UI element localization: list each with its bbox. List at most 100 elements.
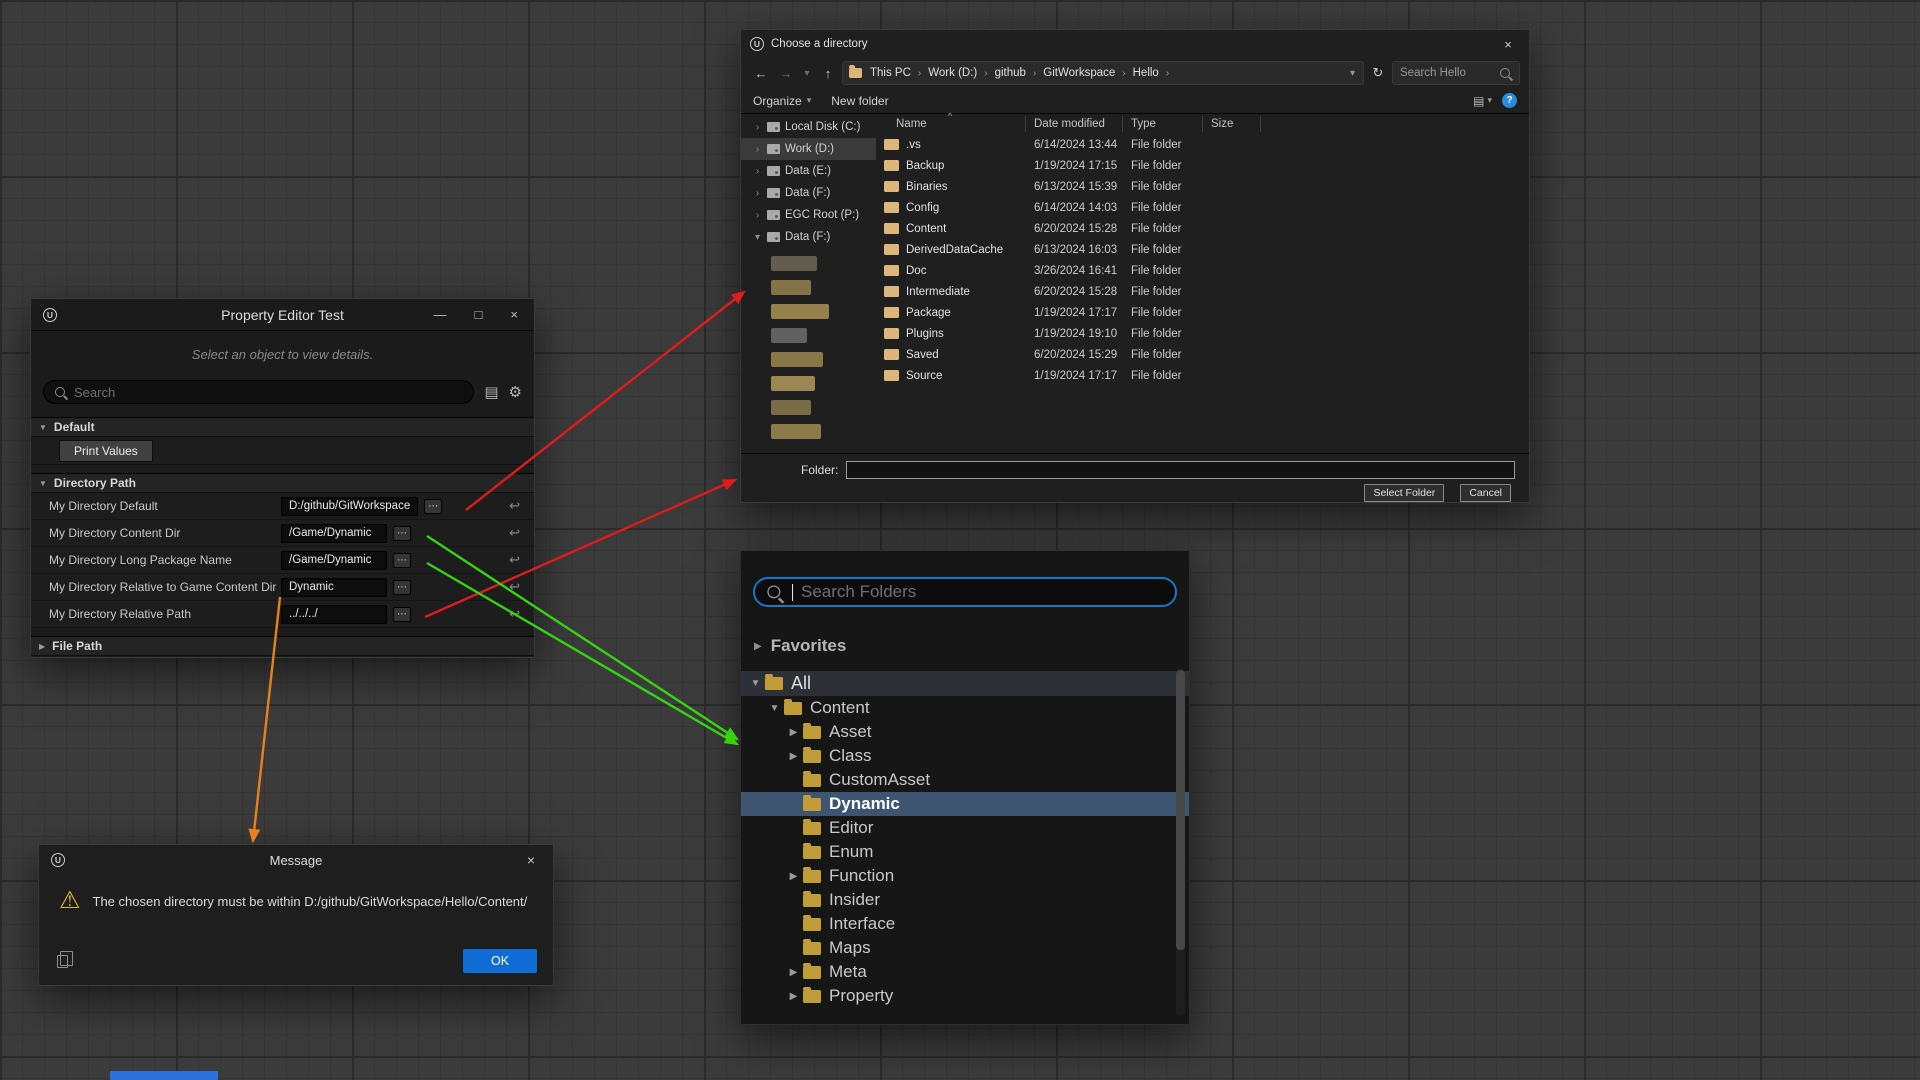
file-row[interactable]: Source 1/19/2024 17:17 File folder [876, 365, 1529, 386]
drive-item[interactable]: › Local Disk (C:) [741, 116, 876, 138]
reset-to-default-button[interactable]: ↩ [509, 579, 520, 595]
window-titlebar[interactable]: Property Editor Test — □ × [31, 299, 534, 331]
drive-item[interactable]: › EGC Root (P:) [741, 204, 876, 226]
maximize-button[interactable]: □ [475, 307, 483, 322]
view-options-button[interactable]: ▤ ▾ [1473, 94, 1492, 108]
drive-item[interactable]: › Work (D:) [741, 138, 876, 160]
refresh-button[interactable]: ↻ [1367, 62, 1389, 84]
reset-to-default-button[interactable]: ↩ [509, 606, 520, 622]
select-folder-button[interactable]: Select Folder [1364, 484, 1444, 502]
property-value-box[interactable]: ../../../ [281, 605, 387, 624]
scrollbar-thumb[interactable] [1176, 670, 1185, 950]
file-row[interactable]: Config 6/14/2024 14:03 File folder [876, 197, 1529, 218]
gear-icon[interactable]: ⚙ [509, 383, 522, 401]
folder-tree-item[interactable]: Dynamic [741, 792, 1189, 816]
drive-item[interactable]: › Data (E:) [741, 160, 876, 182]
expander-right-icon[interactable]: ▶ [754, 641, 762, 652]
folder-tree-item[interactable]: ▶ Class [741, 744, 1189, 768]
section-header-default[interactable]: ▼ Default [31, 417, 534, 437]
expander-icon[interactable]: ▶ [787, 991, 800, 1002]
column-header-type[interactable]: Type [1123, 116, 1203, 132]
folder-name-input[interactable] [846, 461, 1515, 479]
reset-to-default-button[interactable]: ↩ [509, 498, 520, 514]
folder-tree-item[interactable]: Interface [741, 912, 1189, 936]
folder-tree-item[interactable]: CustomAsset [741, 768, 1189, 792]
drive-item[interactable]: ▾ Data (F:) [741, 226, 876, 248]
recent-locations-button[interactable]: ▾ [800, 62, 814, 84]
copy-to-clipboard-icon[interactable] [57, 955, 68, 968]
folder-tree-item[interactable]: ▶ Meta [741, 960, 1189, 984]
ok-button[interactable]: OK [463, 949, 537, 973]
folder-tree-item[interactable]: ▼ All [741, 671, 1189, 696]
breadcrumb-item[interactable]: github › [991, 67, 1040, 79]
expander-icon[interactable]: ▶ [787, 871, 800, 882]
chevron-icon[interactable]: › [753, 188, 762, 199]
address-bar[interactable]: This PC › Work (D:) › github › GitWorksp… [842, 61, 1364, 85]
folder-tree-item[interactable]: ▶ Asset [741, 720, 1189, 744]
breadcrumb-item[interactable]: GitWorkspace › [1039, 67, 1128, 79]
folder-tree-item[interactable]: Maps [741, 936, 1189, 960]
up-button[interactable]: ↑ [817, 62, 839, 84]
chevron-icon[interactable]: › [753, 210, 762, 221]
reset-to-default-button[interactable]: ↩ [509, 525, 520, 541]
folder-tree-item[interactable]: ▼ Content [741, 696, 1189, 720]
column-header-size[interactable]: Size [1203, 116, 1261, 132]
help-button[interactable]: ? [1502, 93, 1517, 108]
file-row[interactable]: Content 6/20/2024 15:28 File folder [876, 218, 1529, 239]
file-row[interactable]: Saved 6/20/2024 15:29 File folder [876, 344, 1529, 365]
close-button[interactable]: × [521, 852, 541, 868]
breadcrumb-item[interactable]: This PC › [866, 67, 924, 79]
back-button[interactable]: ← [750, 62, 772, 84]
folder-tree-item[interactable]: ▶ Function [741, 864, 1189, 888]
close-button[interactable]: × [510, 307, 518, 322]
browse-button[interactable]: ⋯ [424, 499, 442, 514]
file-row[interactable]: Binaries 6/13/2024 15:39 File folder [876, 176, 1529, 197]
chevron-icon[interactable]: › [753, 144, 762, 155]
folder-tree-item[interactable]: Insider [741, 888, 1189, 912]
file-row[interactable]: .vs 6/14/2024 13:44 File folder [876, 134, 1529, 155]
expander-icon[interactable]: ▼ [749, 678, 762, 689]
browse-button[interactable]: ⋯ [393, 607, 411, 622]
expander-icon[interactable]: ▶ [787, 751, 800, 762]
folder-tree-item[interactable]: ▶ Property [741, 984, 1189, 1008]
address-dropdown-icon[interactable]: ▾ [1348, 68, 1357, 79]
folder-tree-item[interactable]: Editor [741, 816, 1189, 840]
chevron-icon[interactable]: › [753, 166, 762, 177]
dialog-titlebar[interactable]: Choose a directory × [741, 30, 1529, 58]
search-input[interactable]: Search [43, 380, 474, 404]
browse-button[interactable]: ⋯ [393, 526, 411, 541]
expander-icon[interactable]: ▶ [787, 727, 800, 738]
chevron-icon[interactable]: ▾ [753, 232, 762, 243]
section-header-directory-path[interactable]: ▼ Directory Path [31, 473, 534, 493]
file-row[interactable]: Intermediate 6/20/2024 15:28 File folder [876, 281, 1529, 302]
expander-icon[interactable]: ▶ [787, 967, 800, 978]
chevron-icon[interactable]: › [753, 122, 762, 133]
close-button[interactable]: × [1487, 30, 1529, 58]
display-options-icon[interactable]: ▤ [484, 383, 498, 401]
property-value-box[interactable]: D:/github/GitWorkspace [281, 497, 418, 516]
breadcrumb-item[interactable]: Hello › [1129, 67, 1173, 79]
file-row[interactable]: Plugins 1/19/2024 19:10 File folder [876, 323, 1529, 344]
file-row[interactable]: Package 1/19/2024 17:17 File folder [876, 302, 1529, 323]
folder-tree-item[interactable]: Enum [741, 840, 1189, 864]
column-header-date[interactable]: Date modified [1026, 116, 1123, 132]
file-row[interactable]: DerivedDataCache 6/13/2024 16:03 File fo… [876, 239, 1529, 260]
organize-menu[interactable]: Organize ▾ [753, 94, 811, 108]
expander-icon[interactable]: ▼ [768, 703, 781, 714]
browse-button[interactable]: ⋯ [393, 553, 411, 568]
property-value-box[interactable]: Dynamic [281, 578, 387, 597]
property-value-box[interactable]: /Game/Dynamic [281, 551, 387, 570]
reset-to-default-button[interactable]: ↩ [509, 552, 520, 568]
breadcrumb-item[interactable]: Work (D:) › [924, 67, 990, 79]
search-box[interactable]: Search Hello [1392, 61, 1520, 85]
favorites-section[interactable]: ▶ Favorites [741, 633, 1189, 659]
drive-item[interactable]: › Data (F:) [741, 182, 876, 204]
folder-search-box[interactable]: Search Folders [753, 577, 1177, 607]
print-values-button[interactable]: Print Values [59, 440, 153, 462]
property-value-box[interactable]: /Game/Dynamic [281, 524, 387, 543]
section-header-file-path[interactable]: ▶ File Path [31, 636, 534, 656]
file-row[interactable]: Backup 1/19/2024 17:15 File folder [876, 155, 1529, 176]
column-header-name[interactable]: Name ^ [876, 116, 1026, 132]
new-folder-button[interactable]: New folder [831, 94, 888, 108]
dialog-titlebar[interactable]: Message × [39, 845, 553, 875]
